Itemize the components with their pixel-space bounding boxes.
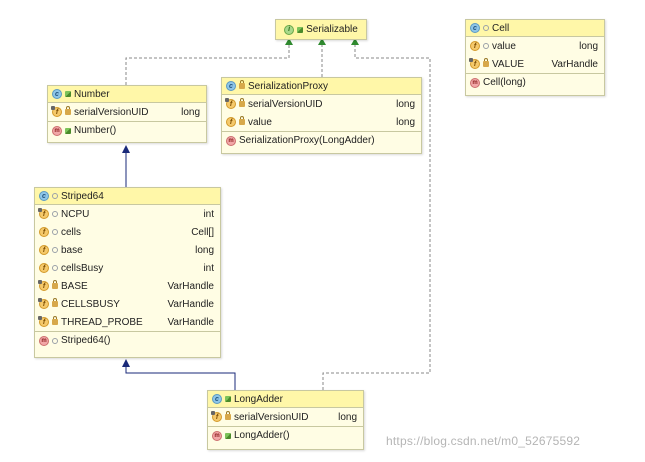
field-row[interactable]: f base long bbox=[35, 241, 220, 259]
public-modifier-icon bbox=[225, 396, 231, 402]
field-icon: f bbox=[226, 117, 236, 127]
method-icon: m bbox=[226, 135, 236, 146]
static-field-icon: f bbox=[38, 316, 49, 327]
public-modifier-icon bbox=[65, 127, 71, 134]
private-modifier-icon bbox=[239, 116, 245, 125]
field-row[interactable]: f VALUE VarHandle bbox=[466, 55, 604, 73]
method-icon: m bbox=[470, 77, 480, 88]
class-icon: c bbox=[470, 23, 480, 33]
static-field-icon: f bbox=[469, 58, 480, 69]
method-row[interactable]: m Cell(long) bbox=[466, 73, 604, 91]
field-row[interactable]: f value long bbox=[466, 37, 604, 55]
private-modifier-icon bbox=[225, 411, 231, 420]
field-row[interactable]: f serialVersionUID long bbox=[48, 103, 206, 121]
field-row[interactable]: f value long bbox=[222, 113, 421, 131]
field-row[interactable]: f cells Cell[] bbox=[35, 223, 220, 241]
field-row[interactable]: f THREAD_PROBE VarHandle bbox=[35, 313, 220, 331]
class-icon: c bbox=[226, 81, 236, 91]
interface-icon: i bbox=[284, 24, 295, 35]
class-icon: c bbox=[212, 394, 222, 404]
public-modifier-icon bbox=[65, 91, 71, 97]
serializable-interface-box[interactable]: i Serializable bbox=[275, 19, 367, 40]
abstract-class-icon: c bbox=[39, 191, 49, 201]
serialization-proxy-title: SerializationProxy bbox=[248, 80, 329, 92]
static-field-icon: f bbox=[38, 280, 49, 291]
field-icon: f bbox=[39, 227, 49, 237]
method-row[interactable]: m Striped64() bbox=[35, 331, 220, 349]
private-modifier-icon bbox=[52, 298, 58, 307]
private-modifier-icon bbox=[483, 58, 489, 67]
package-modifier-icon bbox=[52, 229, 58, 235]
method-icon: m bbox=[212, 430, 222, 441]
field-row[interactable]: f serialVersionUID long bbox=[208, 408, 363, 426]
field-icon: f bbox=[39, 263, 49, 273]
long-adder-title: LongAdder bbox=[234, 393, 283, 405]
serializable-title: Serializable bbox=[306, 24, 358, 35]
number-title: Number bbox=[74, 88, 110, 100]
private-modifier-icon bbox=[239, 98, 245, 107]
method-row[interactable]: m SerializationProxy(LongAdder) bbox=[222, 131, 421, 149]
long-adder-class-box[interactable]: c LongAdder f serialVersionUID long m Lo… bbox=[207, 390, 364, 450]
static-field-icon: f bbox=[38, 298, 49, 309]
static-field-icon: f bbox=[211, 411, 222, 422]
package-modifier-icon bbox=[483, 25, 489, 31]
striped64-title: Striped64 bbox=[61, 190, 104, 202]
private-modifier-icon bbox=[239, 80, 245, 89]
method-icon: m bbox=[39, 335, 49, 346]
public-modifier-icon bbox=[225, 432, 231, 439]
serialization-proxy-class-box[interactable]: c SerializationProxy f serialVersionUID … bbox=[221, 77, 422, 154]
arrow-longadder-striped64 bbox=[122, 359, 130, 367]
private-modifier-icon bbox=[52, 280, 58, 289]
watermark-text: https://blog.csdn.net/m0_52675592 bbox=[386, 434, 581, 448]
private-modifier-icon bbox=[52, 316, 58, 325]
method-row[interactable]: m Number() bbox=[48, 121, 206, 139]
field-row[interactable]: f cellsBusy int bbox=[35, 259, 220, 277]
field-row[interactable]: f NCPU int bbox=[35, 205, 220, 223]
package-modifier-icon bbox=[52, 193, 58, 199]
static-field-icon: f bbox=[38, 208, 49, 219]
package-modifier-icon bbox=[52, 337, 58, 344]
arrow-striped64-number bbox=[122, 145, 130, 153]
field-icon: f bbox=[470, 41, 480, 51]
method-row[interactable]: m LongAdder() bbox=[208, 426, 363, 444]
package-modifier-icon bbox=[52, 247, 58, 253]
package-modifier-icon bbox=[483, 43, 489, 49]
number-class-box[interactable]: c Number f serialVersionUID long m Numbe… bbox=[47, 85, 207, 143]
package-modifier-icon bbox=[52, 265, 58, 271]
cell-title: Cell bbox=[492, 22, 510, 34]
public-modifier-icon bbox=[297, 26, 304, 33]
static-field-icon: f bbox=[225, 98, 236, 109]
field-row[interactable]: f BASE VarHandle bbox=[35, 277, 220, 295]
method-icon: m bbox=[52, 125, 62, 136]
edge-longadder-striped64 bbox=[125, 364, 236, 390]
field-icon: f bbox=[39, 245, 49, 255]
static-field-icon: f bbox=[51, 106, 62, 117]
abstract-class-icon: c bbox=[52, 89, 62, 99]
striped64-class-box[interactable]: c Striped64 f NCPU int f cells Cell[] f … bbox=[34, 187, 221, 358]
private-modifier-icon bbox=[65, 106, 71, 115]
field-row[interactable]: f CELLSBUSY VarHandle bbox=[35, 295, 220, 313]
package-modifier-icon bbox=[52, 211, 58, 217]
cell-class-box[interactable]: c Cell f value long f VALUE VarHandle m … bbox=[465, 19, 605, 96]
field-row[interactable]: f serialVersionUID long bbox=[222, 95, 421, 113]
